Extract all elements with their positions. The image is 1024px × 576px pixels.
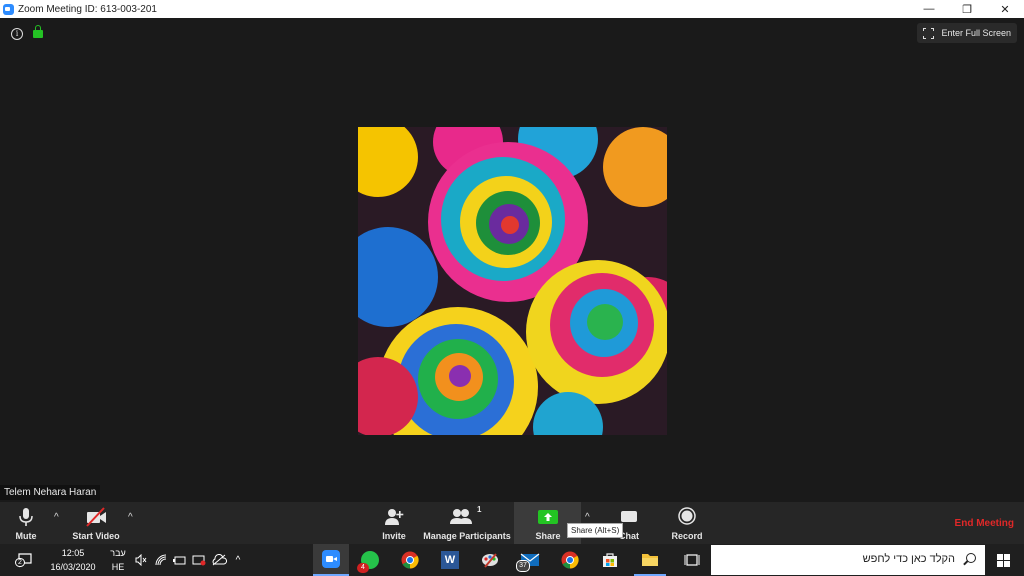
participant-count: 1: [477, 505, 482, 514]
folder-icon: [642, 554, 658, 566]
end-meeting-button[interactable]: End Meeting: [955, 518, 1014, 529]
enter-fullscreen-label: Enter Full Screen: [941, 28, 1011, 38]
language-line2: HE: [111, 562, 125, 572]
onedrive-icon[interactable]: [210, 544, 228, 576]
microphone-icon: [19, 508, 33, 526]
enter-fullscreen-button[interactable]: Enter Full Screen: [917, 23, 1017, 43]
taskbar-word-app[interactable]: W: [434, 544, 466, 576]
language-line1: עבר: [110, 548, 126, 558]
record-label: Record: [671, 531, 703, 541]
info-icon[interactable]: i: [11, 28, 23, 40]
invite-button[interactable]: Invite: [376, 502, 412, 544]
windows-start-button[interactable]: [997, 554, 1010, 567]
mute-button[interactable]: Mute: [8, 502, 44, 544]
window-title: Zoom Meeting ID: 613-003-201: [18, 3, 157, 15]
meet-now-icon[interactable]: [191, 544, 207, 576]
taskbar-store-app[interactable]: [594, 544, 626, 576]
title-bar: Zoom Meeting ID: 613-003-201 — ❐ ✕: [0, 0, 1024, 18]
tray-overflow-chevron-icon[interactable]: ^: [231, 544, 245, 576]
taskbar-file-explorer-app[interactable]: [634, 544, 666, 576]
language-indicator[interactable]: עבר HE: [106, 544, 130, 576]
start-video-button[interactable]: Start Video: [68, 502, 124, 544]
start-video-label: Start Video: [72, 531, 120, 541]
mail-badge: 37: [516, 560, 530, 572]
whatsapp-icon: 4: [357, 551, 379, 573]
participants-icon-wrap: 1: [449, 505, 485, 527]
taskbar-paint-app[interactable]: [474, 544, 506, 576]
share-label: Share: [535, 531, 561, 541]
wifi-icon[interactable]: [153, 544, 169, 576]
participant-name-tag: Telem Nehara Haran: [0, 485, 101, 500]
audio-options-caret-icon[interactable]: ^: [54, 512, 59, 523]
chrome-icon-2: [561, 551, 579, 569]
manage-participants-label: Manage Participants: [423, 531, 511, 541]
taskbar-zoom-app[interactable]: [313, 544, 349, 576]
invite-label: Invite: [382, 531, 406, 541]
taskbar-chrome-app-2[interactable]: [554, 544, 586, 576]
taskbar-mail-app[interactable]: 37: [514, 544, 546, 576]
battery-icon[interactable]: [172, 544, 188, 576]
volume-muted-icon[interactable]: [133, 544, 149, 576]
paint-icon: [482, 553, 498, 568]
record-button[interactable]: Record: [668, 502, 706, 544]
lock-icon[interactable]: [33, 25, 43, 38]
record-icon: [678, 507, 696, 525]
restore-button[interactable]: ❐: [948, 0, 986, 18]
share-screen-icon: [538, 510, 558, 524]
add-person-icon: [385, 509, 404, 525]
share-tooltip: Share (Alt+S): [567, 523, 624, 538]
fullscreen-icon: [922, 26, 936, 40]
clock[interactable]: 12:05 16/03/2020: [44, 544, 102, 576]
share-options-caret-icon[interactable]: ^: [585, 512, 590, 523]
manage-participants-button[interactable]: 1 Manage Participants: [421, 502, 513, 544]
meeting-controls: Mute ^ Start Video ^ Invite 1 Manage Par…: [0, 502, 1024, 544]
taskbar-whatsapp-app[interactable]: 4: [354, 544, 386, 576]
store-icon: [603, 553, 617, 567]
task-view-button[interactable]: [676, 544, 708, 576]
participants-icon: [450, 509, 472, 524]
notification-count-badge: 2: [15, 558, 25, 567]
search-icon: [966, 553, 976, 563]
mail-icon: 37: [516, 552, 540, 572]
windows-logo-icon: [997, 554, 1003, 560]
whatsapp-badge: 4: [357, 563, 369, 573]
rainbow-roses-image: [358, 127, 667, 435]
zoom-app-icon: [322, 550, 340, 568]
taskbar-chrome-app[interactable]: [394, 544, 426, 576]
task-view-icon: [684, 554, 700, 566]
mute-label: Mute: [15, 531, 37, 541]
zoom-logo-icon: [3, 3, 14, 15]
video-options-caret-icon[interactable]: ^: [128, 512, 133, 523]
meeting-area: i Enter Full Screen Telem Nehara Haran: [0, 18, 1024, 502]
chrome-icon: [401, 551, 419, 569]
clock-date: 16/03/2020: [50, 562, 96, 572]
share-button[interactable]: Share: [528, 502, 568, 544]
taskbar-search-box[interactable]: הקלד כאן כדי לחפש: [711, 545, 985, 575]
word-icon: W: [441, 551, 459, 569]
windows-taskbar: 2 12:05 16/03/2020 עבר HE ^ 4 W 37 הקלד …: [0, 544, 1024, 576]
shared-image-rainbow-roses: [358, 127, 667, 435]
minimize-button[interactable]: —: [910, 0, 948, 18]
search-placeholder: הקלד כאן כדי לחפש: [862, 553, 955, 565]
video-off-icon: [86, 507, 106, 527]
window-controls: — ❐ ✕: [910, 0, 1024, 18]
notifications-button[interactable]: 2: [12, 544, 38, 576]
close-button[interactable]: ✕: [986, 0, 1024, 18]
clock-time: 12:05: [61, 548, 85, 558]
